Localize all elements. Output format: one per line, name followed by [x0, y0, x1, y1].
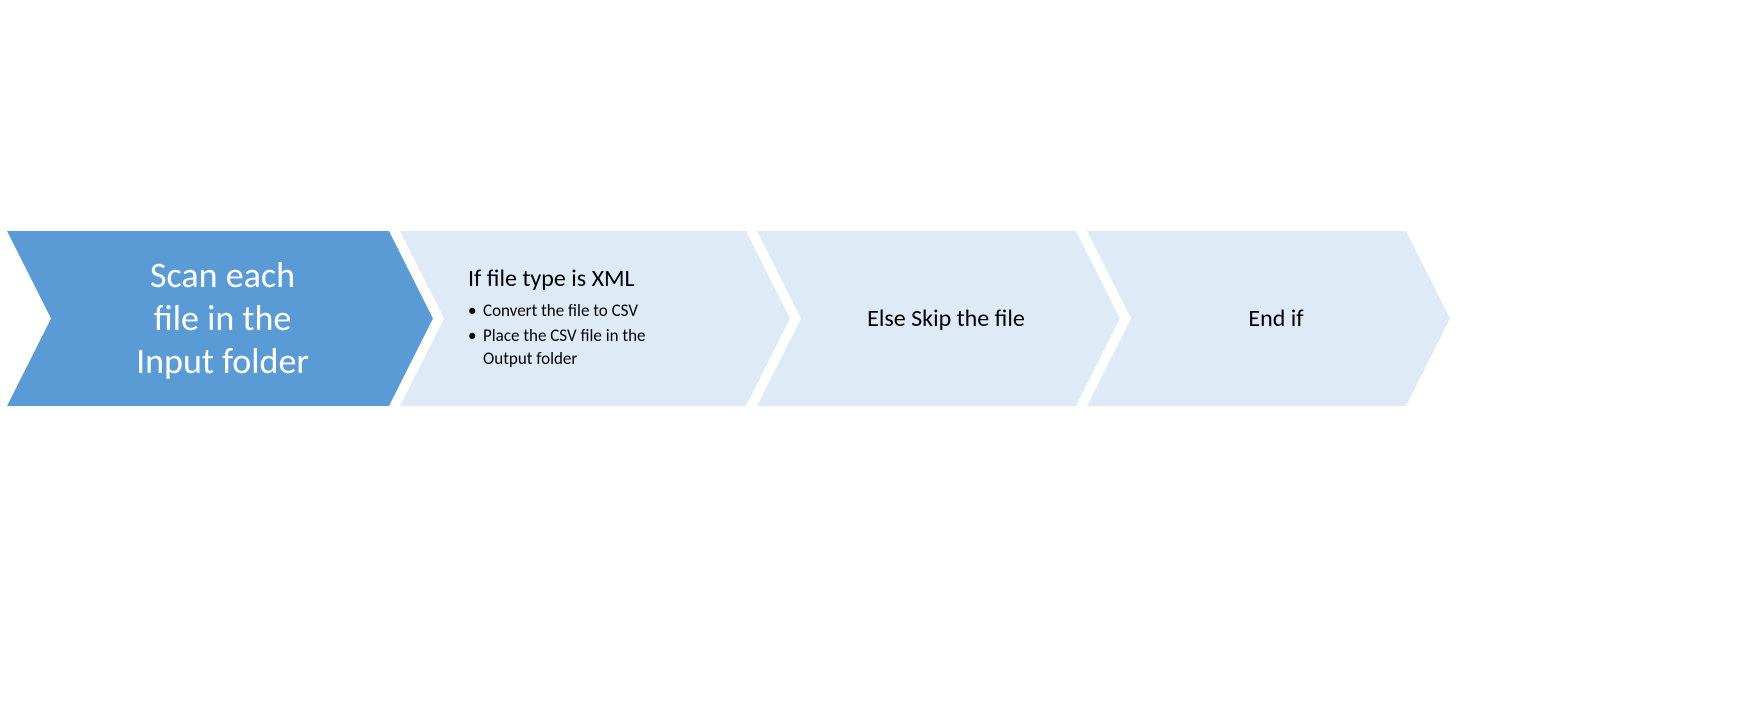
- step-3-content: Else Skip the file: [757, 231, 1120, 406]
- step-2-title: If file type is XML: [468, 264, 742, 293]
- step-scan-files: Scan each file in the Input folder: [7, 231, 433, 406]
- process-flow-diagram: Scan each file in the Input folder If fi…: [7, 231, 1417, 406]
- step-2-bullet-1: Convert the file to CSV: [468, 300, 742, 323]
- step-1-line-1: Scan each: [150, 254, 295, 297]
- step-2-bullets: Convert the file to CSV Place the CSV fi…: [468, 300, 742, 373]
- step-2-content: If file type is XML Convert the file to …: [400, 231, 790, 406]
- step-else-skip: Else Skip the file: [757, 231, 1120, 406]
- step-2-bullet-2: Place the CSV file in the Output folder: [468, 325, 658, 371]
- step-4-text: End if: [1248, 304, 1303, 333]
- step-1-line-2: file in the: [154, 297, 292, 340]
- step-end-if: End if: [1087, 231, 1450, 406]
- step-4-content: End if: [1087, 231, 1450, 406]
- step-3-text: Else Skip the file: [867, 304, 1025, 333]
- step-if-xml: If file type is XML Convert the file to …: [400, 231, 790, 406]
- step-1-content: Scan each file in the Input folder: [7, 231, 433, 406]
- step-1-line-3: Input folder: [136, 340, 309, 383]
